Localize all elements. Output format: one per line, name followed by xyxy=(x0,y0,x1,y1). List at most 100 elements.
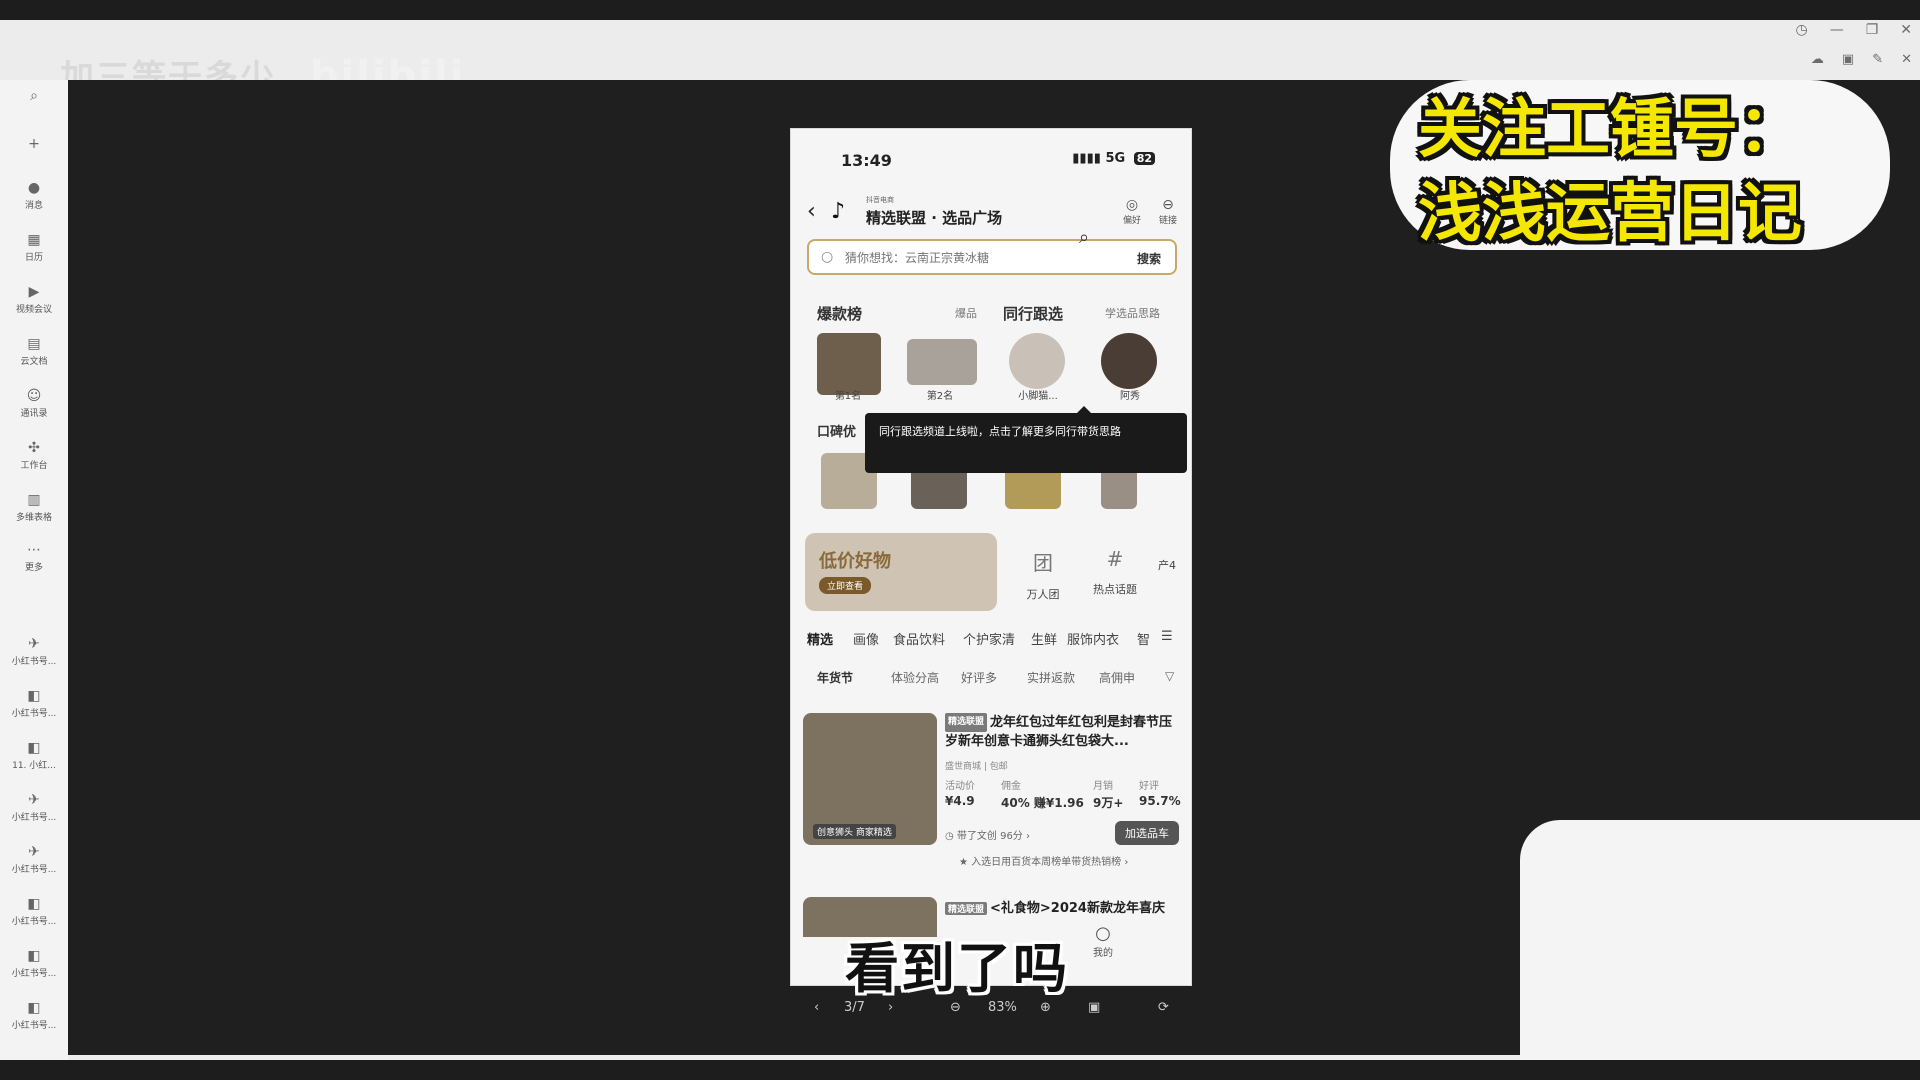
sidebar-item-more[interactable]: ⋯ 更多 xyxy=(0,542,68,573)
product-rank[interactable]: ★ 入选日用百货本周榜单带货热销榜 › xyxy=(959,853,1128,868)
peer-picks-title[interactable]: 同行跟选 xyxy=(1003,303,1063,324)
shortcut-hot-topics[interactable]: # 热点话题 xyxy=(1085,547,1145,597)
preference-button[interactable]: ◎ 偏好 xyxy=(1117,197,1147,226)
tooltip-popup[interactable]: 同行跟选频道上线啦，点击了解更多同行带货思路 xyxy=(865,406,1187,473)
stat-label: 佣金 xyxy=(1001,781,1021,792)
subcategory-rebate[interactable]: 实拼返款 xyxy=(1027,669,1075,686)
sidebar-item-messages[interactable]: ● 消息 xyxy=(0,180,68,211)
peer-picks-more[interactable]: 学选品思路 xyxy=(1105,305,1160,321)
sidebar-item-calendar[interactable]: ▦ 日历 xyxy=(0,232,68,263)
hot-item-2-image[interactable] xyxy=(907,339,977,385)
window-icon[interactable]: ▣ xyxy=(1842,52,1854,67)
sidebar-item-docs[interactable]: ▤ 云文档 xyxy=(0,336,68,367)
zoom-out-icon[interactable]: ⊖ xyxy=(950,1000,961,1015)
sidebar-item-chat7[interactable]: ◧ 小红书号... xyxy=(0,948,68,979)
bottom-bar xyxy=(0,1060,1920,1080)
rotate-icon[interactable]: ⟳ xyxy=(1158,1000,1169,1015)
category-tab-personal-care[interactable]: 个护家清 xyxy=(963,629,1015,648)
sidebar-item-label: 多维表格 xyxy=(15,513,52,523)
search-input[interactable] xyxy=(845,247,1125,269)
filter-icon[interactable]: ▽ xyxy=(1165,669,1174,683)
hot-item-1-label: 第1名 xyxy=(834,391,862,402)
sidebar-item-meeting[interactable]: ▶ 视频会议 xyxy=(0,284,68,315)
product-card[interactable]: 创意狮头 商家精选 精选联盟 龙年红包过年红包利是封春节压岁新年创意卡通狮头红包袋… xyxy=(803,713,1183,868)
prev-page-icon[interactable]: ‹ xyxy=(814,1000,819,1015)
video-icon: ▶ xyxy=(28,284,40,300)
link-button[interactable]: ⊖ 链接 xyxy=(1153,197,1183,226)
link-icon: ⊖ xyxy=(1162,197,1174,213)
sidebar-item-bitable[interactable]: ▥ 多维表格 xyxy=(0,492,68,523)
peer-avatar-1[interactable] xyxy=(1009,333,1065,389)
sidebar-item-label: 小红书号... xyxy=(11,813,57,823)
sidebar-item-chat2[interactable]: ◧ 小红书号... xyxy=(0,688,68,719)
hot-list-title[interactable]: 爆款榜 xyxy=(817,303,862,324)
hot-item-2-label: 第2名 xyxy=(926,391,954,402)
sidebar-item-contacts[interactable]: ☺ 通讯录 xyxy=(0,388,68,419)
douyin-logo-icon: ♪ xyxy=(831,199,846,224)
shortcut-more[interactable]: 产4 xyxy=(1147,547,1187,573)
sidebar-item-chat5[interactable]: ✈ 小红书号... xyxy=(0,844,68,875)
category-tab-portrait[interactable]: 画像 xyxy=(853,629,879,648)
sidebar: ⌕ + ● 消息 ▦ 日历 ▶ 视频会议 ▤ 云文档 ☺ 通讯录 ✣ 工作台 ▥ 多维表格 ⋯… xyxy=(0,80,68,1060)
product-image-tag: 创意狮头 商家精选 xyxy=(813,824,896,839)
menu-icon[interactable]: ☰ xyxy=(1161,629,1173,644)
subcategory-new-year[interactable]: 年货节 xyxy=(817,669,853,686)
shortcut-label: 产4 xyxy=(1158,559,1176,572)
sidebar-item-chat3[interactable]: ◧ 11. 小红... xyxy=(0,740,68,771)
cloud-icon[interactable]: ☁ xyxy=(1811,52,1824,67)
video-caption: 看到了吗 xyxy=(845,937,1069,1000)
category-tab-smart[interactable]: 智 xyxy=(1137,629,1150,648)
category-tab-featured[interactable]: 精选 xyxy=(807,629,833,648)
sidebar-item-label: 日历 xyxy=(24,253,43,263)
doc-icon: ◧ xyxy=(27,1000,41,1016)
hot-item-1-image[interactable] xyxy=(817,333,881,395)
back-icon[interactable]: ‹ xyxy=(807,199,816,224)
history-icon[interactable]: ◷ xyxy=(1795,22,1807,38)
subcategory-experience[interactable]: 体验分高 xyxy=(891,669,939,686)
category-tab-apparel[interactable]: 服饰内衣 xyxy=(1067,629,1119,648)
next-page-icon[interactable]: › xyxy=(888,1000,893,1015)
tab-mine[interactable]: ○ 我的 xyxy=(1093,923,1113,959)
close-viewer-icon[interactable]: ✕ xyxy=(1901,52,1912,67)
peer-2-name: 阿秀 xyxy=(1120,391,1140,402)
shortcut-group-buy[interactable]: 团万人团 xyxy=(1013,547,1073,602)
reputation-title[interactable]: 口碑优 xyxy=(817,421,856,440)
promo-banner[interactable]: 低价好物 立即查看 xyxy=(805,533,997,611)
sidebar-item-chat4[interactable]: ✈ 小红书号... xyxy=(0,792,68,823)
chat-icon: ● xyxy=(27,180,41,196)
subcategory-good-reviews[interactable]: 好评多 xyxy=(961,669,997,686)
category-tab-food[interactable]: 食品饮料 xyxy=(893,629,945,648)
edit-icon[interactable]: ✎ xyxy=(1872,52,1883,67)
peer-avatar-2[interactable] xyxy=(1101,333,1157,389)
product-image[interactable]: 创意狮头 商家精选 xyxy=(803,713,937,845)
sidebar-item-label: 小红书号... xyxy=(11,1021,57,1031)
sidebar-item-label: 小红书号... xyxy=(11,917,57,927)
search-button[interactable]: 搜索 xyxy=(1137,250,1161,267)
sidebar-item-chat1[interactable]: ✈ 小红书号... xyxy=(0,636,68,667)
stat-rating: 好评 95.7% xyxy=(1139,777,1181,808)
hot-list-more[interactable]: 爆品 xyxy=(955,305,977,321)
sidebar-item-workbench[interactable]: ✣ 工作台 xyxy=(0,440,68,471)
stat-label: 好评 xyxy=(1139,781,1159,792)
sidebar-item-add[interactable]: + xyxy=(0,136,68,154)
category-tab-fresh[interactable]: 生鲜 xyxy=(1031,629,1057,648)
subcategory-high-commission[interactable]: 高佣申 xyxy=(1099,669,1135,686)
minimize-icon[interactable]: — xyxy=(1830,22,1844,38)
fit-page-icon[interactable]: ▣ xyxy=(1088,1000,1100,1015)
search-bar: ○ 搜索 xyxy=(807,239,1177,275)
close-icon[interactable]: ✕ xyxy=(1900,22,1912,38)
sidebar-item-chat8[interactable]: ◧ 小红书号... xyxy=(0,1000,68,1031)
zoom-in-icon[interactable]: ⊕ xyxy=(1040,1000,1051,1015)
subcategory-tabs: 年货节 体验分高 好评多 实拼返款 高佣申 ▽ xyxy=(805,669,1185,689)
sidebar-item-search[interactable]: ⌕ xyxy=(0,88,68,106)
tab-mine-label: 我的 xyxy=(1093,948,1113,959)
sidebar-item-label: 视频会议 xyxy=(15,305,52,315)
preference-label: 偏好 xyxy=(1122,216,1141,226)
zoom-level: 83% xyxy=(988,1000,1017,1015)
group-icon: 团 xyxy=(1033,551,1053,575)
sidebar-item-chat6[interactable]: ◧ 小红书号... xyxy=(0,896,68,927)
maximize-icon[interactable]: ❐ xyxy=(1866,22,1879,38)
product-note[interactable]: ◷ 带了文创 96分 › xyxy=(945,827,1030,842)
stat-monthly-sales: 月销 9万+ xyxy=(1093,777,1123,811)
add-to-selection-button[interactable]: 加选品车 xyxy=(1115,821,1179,845)
